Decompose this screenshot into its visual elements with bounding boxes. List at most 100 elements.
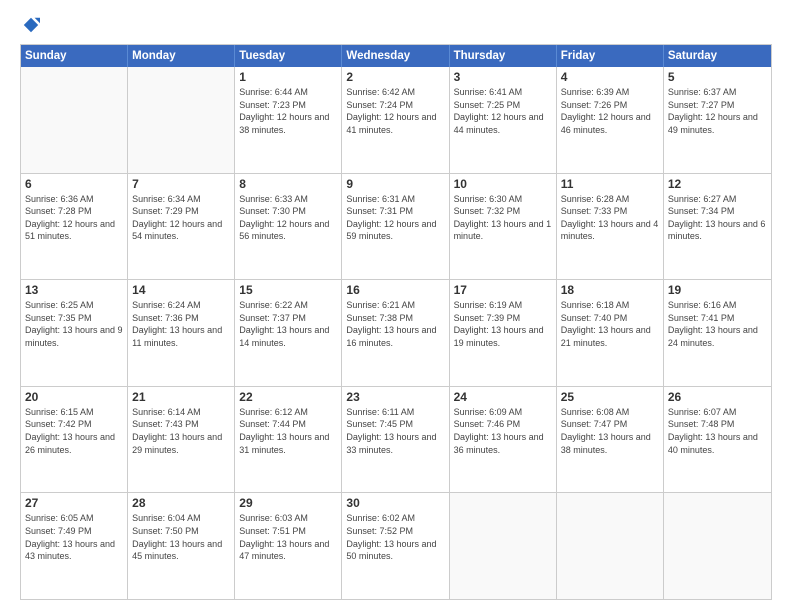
day-number: 19 xyxy=(668,283,767,297)
calendar-cell: 17 Sunrise: 6:19 AM Sunset: 7:39 PM Dayli… xyxy=(450,280,557,386)
calendar-row-2: 6 Sunrise: 6:36 AM Sunset: 7:28 PM Daylig… xyxy=(21,173,771,280)
day-number: 27 xyxy=(25,496,123,510)
day-info: Sunrise: 6:02 AM Sunset: 7:52 PM Dayligh… xyxy=(346,512,444,562)
calendar-cell: 8 Sunrise: 6:33 AM Sunset: 7:30 PM Daylig… xyxy=(235,174,342,280)
day-info: Sunrise: 6:19 AM Sunset: 7:39 PM Dayligh… xyxy=(454,299,552,349)
day-info: Sunrise: 6:36 AM Sunset: 7:28 PM Dayligh… xyxy=(25,193,123,243)
calendar-cell: 13 Sunrise: 6:25 AM Sunset: 7:35 PM Dayli… xyxy=(21,280,128,386)
calendar-cell: 29Sunrise: 6:03 AM Sunset: 7:51 PM Dayli… xyxy=(235,493,342,599)
day-info: Sunrise: 6:28 AM Sunset: 7:33 PM Dayligh… xyxy=(561,193,659,243)
day-info: Sunrise: 6:21 AM Sunset: 7:38 PM Dayligh… xyxy=(346,299,444,349)
calendar-cell: 18Sunrise: 6:18 AM Sunset: 7:40 PM Dayli… xyxy=(557,280,664,386)
calendar-cell: 20 Sunrise: 6:15 AM Sunset: 7:42 PM Dayli… xyxy=(21,387,128,493)
day-info: Sunrise: 6:18 AM Sunset: 7:40 PM Dayligh… xyxy=(561,299,659,349)
day-info: Sunrise: 6:22 AM Sunset: 7:37 PM Dayligh… xyxy=(239,299,337,349)
day-number: 26 xyxy=(668,390,767,404)
calendar-cell: 21 Sunrise: 6:14 AM Sunset: 7:43 PM Dayli… xyxy=(128,387,235,493)
day-info: Sunrise: 6:25 AM Sunset: 7:35 PM Dayligh… xyxy=(25,299,123,349)
calendar-cell: 16 Sunrise: 6:21 AM Sunset: 7:38 PM Dayli… xyxy=(342,280,449,386)
day-number: 20 xyxy=(25,390,123,404)
logo xyxy=(20,18,40,36)
page: SundayMondayTuesdayWednesdayThursdayFrid… xyxy=(0,0,792,612)
day-info: Sunrise: 6:44 AM Sunset: 7:23 PM Dayligh… xyxy=(239,86,337,136)
logo-icon xyxy=(22,16,40,34)
calendar-cell: 5 Sunrise: 6:37 AM Sunset: 7:27 PM Daylig… xyxy=(664,67,771,173)
calendar-cell: 23 Sunrise: 6:11 AM Sunset: 7:45 PM Dayli… xyxy=(342,387,449,493)
calendar-body: 1 Sunrise: 6:44 AM Sunset: 7:23 PM Daylig… xyxy=(21,67,771,599)
calendar-cell: 9Sunrise: 6:31 AM Sunset: 7:31 PM Daylig… xyxy=(342,174,449,280)
calendar-cell: 19 Sunrise: 6:16 AM Sunset: 7:41 PM Dayli… xyxy=(664,280,771,386)
day-number: 5 xyxy=(668,70,767,84)
day-number: 11 xyxy=(561,177,659,191)
day-number: 23 xyxy=(346,390,444,404)
day-info: Sunrise: 6:16 AM Sunset: 7:41 PM Dayligh… xyxy=(668,299,767,349)
day-info: Sunrise: 6:05 AM Sunset: 7:49 PM Dayligh… xyxy=(25,512,123,562)
day-info: Sunrise: 6:24 AM Sunset: 7:36 PM Dayligh… xyxy=(132,299,230,349)
calendar-cell: 24Sunrise: 6:09 AM Sunset: 7:46 PM Dayli… xyxy=(450,387,557,493)
calendar-cell: 3 Sunrise: 6:41 AM Sunset: 7:25 PM Daylig… xyxy=(450,67,557,173)
calendar-header: SundayMondayTuesdayWednesdayThursdayFrid… xyxy=(21,45,771,67)
day-info: Sunrise: 6:41 AM Sunset: 7:25 PM Dayligh… xyxy=(454,86,552,136)
calendar-cell: 27 Sunrise: 6:05 AM Sunset: 7:49 PM Dayli… xyxy=(21,493,128,599)
header xyxy=(20,18,772,36)
day-info: Sunrise: 6:39 AM Sunset: 7:26 PM Dayligh… xyxy=(561,86,659,136)
day-number: 14 xyxy=(132,283,230,297)
day-number: 4 xyxy=(561,70,659,84)
day-number: 22 xyxy=(239,390,337,404)
day-info: Sunrise: 6:33 AM Sunset: 7:30 PM Dayligh… xyxy=(239,193,337,243)
calendar-cell xyxy=(21,67,128,173)
calendar-cell: 6 Sunrise: 6:36 AM Sunset: 7:28 PM Daylig… xyxy=(21,174,128,280)
weekday-header-saturday: Saturday xyxy=(664,45,771,67)
day-info: Sunrise: 6:09 AM Sunset: 7:46 PM Dayligh… xyxy=(454,406,552,456)
day-number: 3 xyxy=(454,70,552,84)
calendar-cell: 7Sunrise: 6:34 AM Sunset: 7:29 PM Daylig… xyxy=(128,174,235,280)
calendar-cell: 10 Sunrise: 6:30 AM Sunset: 7:32 PM Dayli… xyxy=(450,174,557,280)
day-number: 9 xyxy=(346,177,444,191)
calendar-cell: 26 Sunrise: 6:07 AM Sunset: 7:48 PM Dayli… xyxy=(664,387,771,493)
day-info: Sunrise: 6:07 AM Sunset: 7:48 PM Dayligh… xyxy=(668,406,767,456)
calendar-cell: 11 Sunrise: 6:28 AM Sunset: 7:33 PM Dayli… xyxy=(557,174,664,280)
day-number: 13 xyxy=(25,283,123,297)
calendar-cell xyxy=(450,493,557,599)
day-info: Sunrise: 6:30 AM Sunset: 7:32 PM Dayligh… xyxy=(454,193,552,243)
day-number: 15 xyxy=(239,283,337,297)
day-info: Sunrise: 6:15 AM Sunset: 7:42 PM Dayligh… xyxy=(25,406,123,456)
day-number: 1 xyxy=(239,70,337,84)
weekday-header-monday: Monday xyxy=(128,45,235,67)
calendar-cell: 14 Sunrise: 6:24 AM Sunset: 7:36 PM Dayli… xyxy=(128,280,235,386)
day-number: 12 xyxy=(668,177,767,191)
calendar-cell: 2Sunrise: 6:42 AM Sunset: 7:24 PM Daylig… xyxy=(342,67,449,173)
day-number: 8 xyxy=(239,177,337,191)
calendar-row-4: 20 Sunrise: 6:15 AM Sunset: 7:42 PM Dayli… xyxy=(21,386,771,493)
day-number: 16 xyxy=(346,283,444,297)
day-info: Sunrise: 6:34 AM Sunset: 7:29 PM Dayligh… xyxy=(132,193,230,243)
day-number: 2 xyxy=(346,70,444,84)
calendar-cell: 12 Sunrise: 6:27 AM Sunset: 7:34 PM Dayli… xyxy=(664,174,771,280)
calendar-cell: 1 Sunrise: 6:44 AM Sunset: 7:23 PM Daylig… xyxy=(235,67,342,173)
calendar-cell xyxy=(664,493,771,599)
calendar-row-3: 13 Sunrise: 6:25 AM Sunset: 7:35 PM Dayli… xyxy=(21,279,771,386)
calendar-cell xyxy=(128,67,235,173)
day-number: 17 xyxy=(454,283,552,297)
calendar-cell: 30 Sunrise: 6:02 AM Sunset: 7:52 PM Dayli… xyxy=(342,493,449,599)
day-number: 6 xyxy=(25,177,123,191)
day-number: 30 xyxy=(346,496,444,510)
day-number: 28 xyxy=(132,496,230,510)
day-number: 21 xyxy=(132,390,230,404)
weekday-header-sunday: Sunday xyxy=(21,45,128,67)
day-info: Sunrise: 6:11 AM Sunset: 7:45 PM Dayligh… xyxy=(346,406,444,456)
calendar-cell xyxy=(557,493,664,599)
calendar-row-1: 1 Sunrise: 6:44 AM Sunset: 7:23 PM Daylig… xyxy=(21,67,771,173)
calendar-row-5: 27 Sunrise: 6:05 AM Sunset: 7:49 PM Dayli… xyxy=(21,492,771,599)
calendar: SundayMondayTuesdayWednesdayThursdayFrid… xyxy=(20,44,772,600)
calendar-cell: 4 Sunrise: 6:39 AM Sunset: 7:26 PM Daylig… xyxy=(557,67,664,173)
day-info: Sunrise: 6:03 AM Sunset: 7:51 PM Dayligh… xyxy=(239,512,337,562)
day-info: Sunrise: 6:14 AM Sunset: 7:43 PM Dayligh… xyxy=(132,406,230,456)
day-info: Sunrise: 6:37 AM Sunset: 7:27 PM Dayligh… xyxy=(668,86,767,136)
calendar-cell: 22 Sunrise: 6:12 AM Sunset: 7:44 PM Dayli… xyxy=(235,387,342,493)
day-number: 10 xyxy=(454,177,552,191)
day-info: Sunrise: 6:12 AM Sunset: 7:44 PM Dayligh… xyxy=(239,406,337,456)
calendar-cell: 28Sunrise: 6:04 AM Sunset: 7:50 PM Dayli… xyxy=(128,493,235,599)
weekday-header-wednesday: Wednesday xyxy=(342,45,449,67)
day-info: Sunrise: 6:27 AM Sunset: 7:34 PM Dayligh… xyxy=(668,193,767,243)
